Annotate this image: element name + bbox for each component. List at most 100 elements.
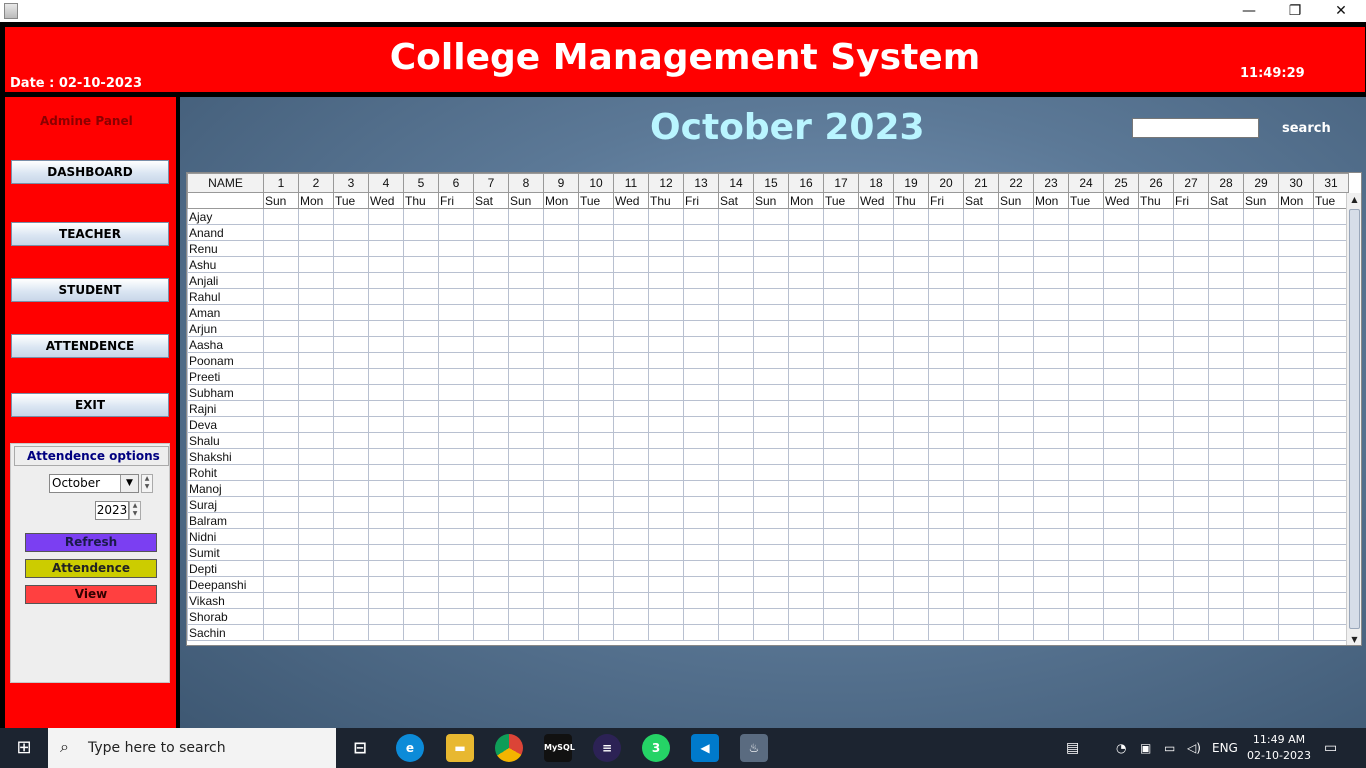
attendance-cell[interactable] <box>963 576 999 593</box>
day-column-header[interactable]: 12 <box>648 173 684 193</box>
attendance-cell[interactable] <box>753 256 789 273</box>
attendance-cell[interactable] <box>858 304 894 321</box>
attendance-cell[interactable] <box>263 608 299 625</box>
attendance-cell[interactable] <box>893 624 929 641</box>
attendance-cell[interactable] <box>578 384 614 401</box>
day-column-header[interactable]: 22 <box>998 173 1034 193</box>
day-column-header[interactable]: 6 <box>438 173 474 193</box>
attendance-cell[interactable] <box>578 544 614 561</box>
attendance-cell[interactable] <box>718 368 754 385</box>
attendance-cell[interactable] <box>438 304 474 321</box>
attendance-cell[interactable] <box>543 464 579 481</box>
attendance-cell[interactable] <box>1313 320 1349 337</box>
attendance-cell[interactable] <box>543 208 579 225</box>
attendance-cell[interactable] <box>298 208 334 225</box>
attendance-cell[interactable] <box>893 432 929 449</box>
attendance-cell[interactable] <box>613 336 649 353</box>
attendance-cell[interactable] <box>543 256 579 273</box>
attendance-options-tab[interactable]: Attendence options <box>14 446 169 466</box>
attendance-cell[interactable] <box>1033 528 1069 545</box>
attendance-cell[interactable] <box>928 416 964 433</box>
attendance-cell[interactable] <box>368 464 404 481</box>
attendance-cell[interactable] <box>823 544 859 561</box>
attendance-cell[interactable] <box>543 288 579 305</box>
attendance-cell[interactable] <box>1068 544 1104 561</box>
attendance-cell[interactable] <box>648 496 684 513</box>
attendance-cell[interactable] <box>1313 544 1349 561</box>
attendance-cell[interactable] <box>333 224 369 241</box>
attendance-cell[interactable] <box>333 384 369 401</box>
attendance-cell[interactable] <box>1208 256 1244 273</box>
attendance-cell[interactable] <box>508 384 544 401</box>
attendance-cell[interactable] <box>298 432 334 449</box>
student-name-cell[interactable]: Balram <box>187 512 264 529</box>
name-column-header[interactable]: NAME <box>187 173 264 193</box>
attendance-cell[interactable] <box>1173 304 1209 321</box>
attendance-cell[interactable] <box>788 432 824 449</box>
attendance-cell[interactable] <box>368 240 404 257</box>
attendance-cell[interactable] <box>1138 576 1174 593</box>
attendance-cell[interactable] <box>1278 208 1314 225</box>
attendance-cell[interactable] <box>858 608 894 625</box>
attendance-cell[interactable] <box>508 304 544 321</box>
attendance-cell[interactable] <box>1278 336 1314 353</box>
attendance-cell[interactable] <box>1313 336 1349 353</box>
attendance-cell[interactable] <box>1173 272 1209 289</box>
attendance-cell[interactable] <box>893 576 929 593</box>
attendance-cell[interactable] <box>298 400 334 417</box>
attendance-cell[interactable] <box>1313 272 1349 289</box>
attendance-cell[interactable] <box>1243 416 1279 433</box>
attendance-cell[interactable] <box>963 560 999 577</box>
attendance-cell[interactable] <box>1138 256 1174 273</box>
attendance-cell[interactable] <box>788 272 824 289</box>
attendance-cell[interactable] <box>1278 512 1314 529</box>
attendance-cell[interactable] <box>263 464 299 481</box>
attendance-cell[interactable] <box>1278 240 1314 257</box>
attendance-cell[interactable] <box>438 288 474 305</box>
attendance-cell[interactable] <box>683 624 719 641</box>
attendance-cell[interactable] <box>263 272 299 289</box>
attendance-cell[interactable] <box>718 512 754 529</box>
attendance-cell[interactable] <box>613 352 649 369</box>
attendance-cell[interactable] <box>1173 464 1209 481</box>
attendance-cell[interactable] <box>403 544 439 561</box>
attendance-cell[interactable] <box>893 512 929 529</box>
attendance-cell[interactable] <box>1138 320 1174 337</box>
attendance-cell[interactable] <box>333 304 369 321</box>
attendance-cell[interactable] <box>1138 272 1174 289</box>
attendance-cell[interactable] <box>403 208 439 225</box>
attendance-cell[interactable] <box>753 224 789 241</box>
attendance-cell[interactable] <box>753 624 789 641</box>
day-column-header[interactable]: 14 <box>718 173 754 193</box>
attendance-cell[interactable] <box>753 592 789 609</box>
attendance-cell[interactable] <box>1033 624 1069 641</box>
attendance-cell[interactable] <box>438 448 474 465</box>
attendance-cell[interactable] <box>788 352 824 369</box>
attendance-cell[interactable] <box>963 544 999 561</box>
attendance-cell[interactable] <box>1103 496 1139 513</box>
attendance-cell[interactable] <box>263 576 299 593</box>
weekday-cell[interactable]: Mon <box>1278 192 1314 209</box>
attendance-cell[interactable] <box>718 400 754 417</box>
attendance-cell[interactable] <box>1068 384 1104 401</box>
attendance-cell[interactable] <box>753 352 789 369</box>
attendance-cell[interactable] <box>613 576 649 593</box>
attendance-cell[interactable] <box>1208 608 1244 625</box>
attendance-cell[interactable] <box>718 320 754 337</box>
attendance-cell[interactable] <box>543 368 579 385</box>
table-row[interactable]: Ashu <box>187 256 1349 273</box>
table-row[interactable]: Rajni <box>187 400 1349 417</box>
search-input[interactable] <box>1132 118 1259 138</box>
attendance-cell[interactable] <box>858 336 894 353</box>
attendance-cell[interactable] <box>928 544 964 561</box>
attendance-cell[interactable] <box>1173 512 1209 529</box>
attendance-cell[interactable] <box>1068 480 1104 497</box>
attendance-cell[interactable] <box>403 320 439 337</box>
attendance-cell[interactable] <box>858 592 894 609</box>
attendance-cell[interactable] <box>1208 464 1244 481</box>
attendance-cell[interactable] <box>1173 224 1209 241</box>
weekday-cell[interactable]: Thu <box>403 192 439 209</box>
attendance-cell[interactable] <box>1173 416 1209 433</box>
attendance-cell[interactable] <box>1138 368 1174 385</box>
attendance-cell[interactable] <box>1068 240 1104 257</box>
